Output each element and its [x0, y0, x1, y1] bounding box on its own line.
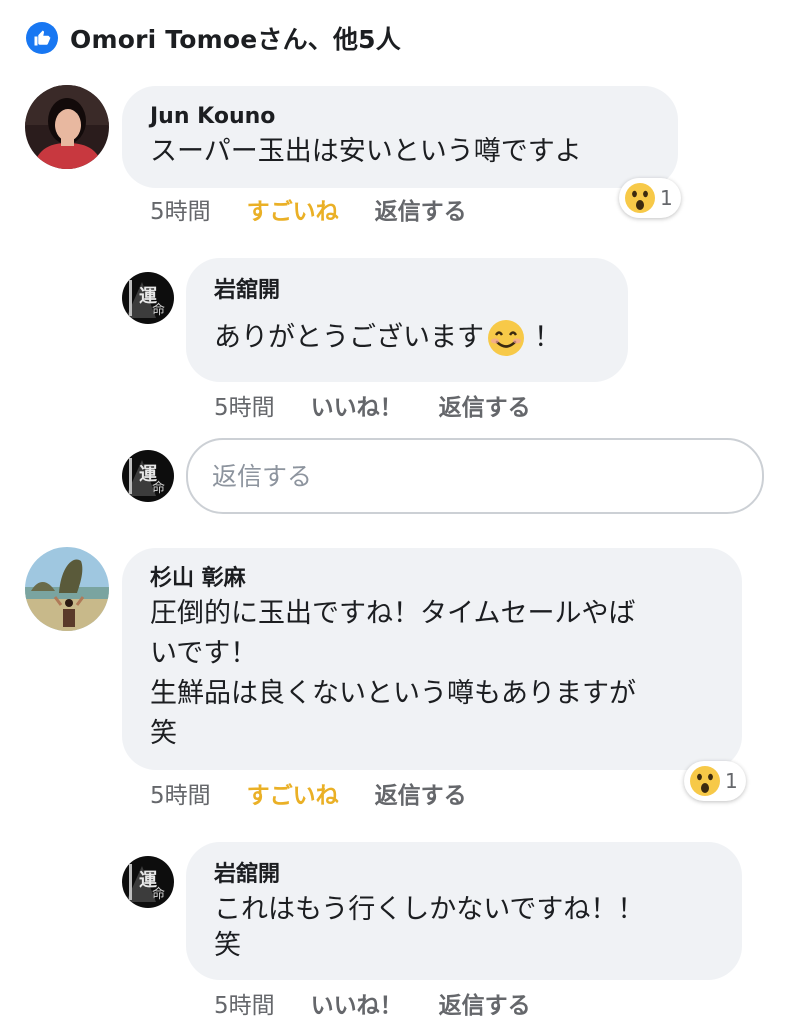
reply-input-box[interactable]	[186, 438, 764, 514]
wow-emoji-icon	[690, 766, 720, 796]
avatar[interactable]: 運 命	[122, 272, 174, 324]
reply-button[interactable]: 返信する	[375, 192, 467, 226]
like-button[interactable]: いいね！	[311, 986, 403, 1020]
likes-summary[interactable]: Omori Tomoeさん、他5人	[26, 20, 401, 56]
smiling-face-icon	[488, 320, 524, 356]
reply-bubble: 岩舘開 ありがとうございます ！	[186, 258, 628, 382]
comment-time[interactable]: 5時間	[150, 776, 211, 810]
reply-input[interactable]	[212, 461, 762, 491]
likes-summary-text: Omori Tomoeさん、他5人	[70, 25, 401, 54]
reply-time[interactable]: 5時間	[214, 388, 275, 422]
reply-text-line: これはもう行くしかないですね！！	[214, 894, 645, 925]
reply-button[interactable]: 返信する	[375, 776, 467, 810]
reply-text-suffix: ！	[534, 322, 561, 353]
reply-author[interactable]: 岩舘開	[214, 276, 602, 306]
comment-author[interactable]: 杉山 彰麻	[150, 564, 716, 594]
comment-text-line: いです！	[150, 638, 258, 669]
reaction-badge[interactable]: 1	[684, 761, 746, 801]
reply-button[interactable]: 返信する	[439, 986, 531, 1020]
comment-author[interactable]: Jun Kouno	[150, 102, 652, 132]
reaction-badge[interactable]: 1	[619, 178, 681, 218]
comment-text-line: 笑	[150, 718, 177, 749]
svg-text:命: 命	[152, 886, 165, 902]
wow-emoji-icon	[625, 183, 655, 213]
comment-text-line: 生鮮品は良くないという噂もありますが	[150, 678, 636, 709]
reply-text: ありがとうございます ！	[214, 318, 602, 358]
comment-text: スーパー玉出は安いという噂ですよ	[150, 136, 582, 167]
reply-author[interactable]: 岩舘開	[214, 860, 716, 890]
avatar[interactable]	[25, 85, 109, 169]
comment-actions: 5時間 すごいね 返信する	[150, 192, 467, 226]
reaction-button[interactable]: すごいね	[247, 776, 339, 810]
avatar: 運 命	[122, 450, 174, 502]
reply-bubble: 岩舘開 これはもう行くしかないですね！！ 笑	[186, 842, 742, 980]
reaction-count: 1	[725, 769, 738, 793]
reaction-button[interactable]: すごいね	[247, 192, 339, 226]
avatar[interactable]: 運 命	[122, 856, 174, 908]
svg-text:命: 命	[152, 480, 165, 496]
reply-actions: 5時間 いいね！ 返信する	[214, 986, 531, 1020]
reply-actions: 5時間 いいね！ 返信する	[214, 388, 531, 422]
reply-time[interactable]: 5時間	[214, 986, 275, 1020]
reply-button[interactable]: 返信する	[439, 388, 531, 422]
comment-text-line: 圧倒的に玉出ですね！タイムセールやば	[150, 598, 636, 629]
reaction-count: 1	[660, 186, 673, 210]
svg-text:命: 命	[152, 302, 165, 318]
comment-actions: 5時間 すごいね 返信する	[150, 776, 467, 810]
reply-text-line: 笑	[214, 930, 241, 961]
comment-bubble: Jun Kouno スーパー玉出は安いという噂ですよ	[122, 86, 678, 188]
comment-bubble: 杉山 彰麻 圧倒的に玉出ですね！タイムセールやば いです！ 生鮮品は良くないとい…	[122, 548, 742, 770]
reply-text-line: ありがとうございます	[214, 322, 484, 353]
avatar[interactable]	[25, 547, 109, 631]
like-button[interactable]: いいね！	[311, 388, 403, 422]
comment-time[interactable]: 5時間	[150, 192, 211, 226]
thumbs-up-icon	[26, 22, 58, 54]
